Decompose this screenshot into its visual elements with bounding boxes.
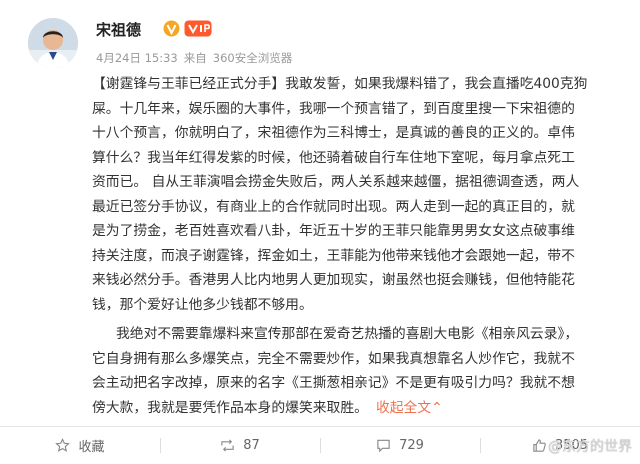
post-text-line: 是为了捞金，老百姓喜欢看八卦，年近五十岁的王菲只能靠男男女女这点破事维: [92, 223, 575, 239]
post-text-line: 持关注度，而浪子谢霆锋，挥金如土，王菲能为他带来钱他才会跟她一起，带不: [92, 247, 575, 264]
post-text-line: 屎。十几年来，娱乐圈的大事件，我哪一个预言错了，到百度里搜一下宋祖德的: [92, 100, 575, 117]
star-icon: [55, 438, 71, 452]
post-timestamp[interactable]: 4月24日 15:33: [96, 51, 178, 65]
post-text-line: 傍大款，我就是要凭作品本身的爆笑来取胜。: [92, 399, 368, 416]
favorite-button[interactable]: 收藏: [0, 427, 160, 464]
chevron-up-icon[interactable]: ⌃: [431, 400, 443, 416]
username[interactable]: 宋祖德: [96, 19, 141, 40]
repost-icon: [221, 439, 234, 452]
post-text-line: 最近已签分手协议，有商业上的合作就同时出现。两人走到一起的真正目的，就: [92, 198, 575, 215]
collapse-label[interactable]: 收起全文: [376, 400, 431, 416]
avatar[interactable]: [28, 18, 78, 68]
comment-icon: [377, 439, 390, 453]
thumbs-up-icon: [533, 439, 546, 452]
post-text-line: 钱，那个爱好让他多少钱都不够用。: [92, 296, 313, 313]
action-bar: 收藏 87 729 3505: [0, 427, 640, 464]
post-text-line: 它自身拥有那么多爆笑点，完全不需要炒作，如果我真想靠名人炒作它，我就不: [92, 350, 575, 367]
post-source-prefix: 来自: [183, 51, 207, 65]
comment-button[interactable]: 729: [320, 427, 480, 464]
post-text-line: 算什么？我当年红得发紫的时候，他还骑着破自行车住地下室呢，每月拿点死工: [92, 149, 575, 166]
collapse-text-link[interactable]: 收起全文⌃: [376, 400, 443, 416]
comment-count: 729: [399, 438, 424, 453]
avatar-image: [28, 18, 78, 68]
post-text-line: 我绝对不需要靠爆料来宣传那部在爱奇艺热播的喜剧大电影《相亲风云录》，: [116, 326, 579, 342]
post-text-line: 【谢霆锋与王菲已经正式分手】我敢发誓，如果我爆料错了，我会直播吃400克狗: [92, 76, 588, 92]
post-meta: 4月24日 15:33 来自 360安全浏览器: [96, 50, 298, 66]
repost-count: 87: [243, 438, 260, 453]
post-text-line: 会主动把名字改掉，原来的名字《王撕葱相亲记》不是更有吸引力吗？我就不想: [92, 375, 575, 391]
post-text-line: 资而已。 自从王菲演唱会捞金失败后，两人关系越来越僵，据祖德调查透，两人: [92, 174, 580, 190]
vip-member-icon[interactable]: [184, 20, 212, 37]
weibo-post: 宋祖德 4月24日 15:33 来自 360安全浏览器 【谢霆锋与王菲已经正式分手】…: [0, 0, 640, 464]
post-text-last-line: 傍大款，我就是要凭作品本身的爆笑来取胜。 收起全文⌃: [92, 396, 632, 421]
post-text-line: 十八个预言，你就明白了，宋祖德作为三科博士，是真诚的善良的正义的。卓伟: [92, 125, 575, 141]
post-content: 【谢霆锋与王菲已经正式分手】我敢发誓，如果我爆料错了，我会直播吃400克狗 屎。…: [92, 72, 632, 420]
watermark: @东方的世界: [548, 439, 632, 455]
post-text-line: 来钱必然分手。香港男人比内地男人更加现实，谢虽然也挺会赚钱，但他特能花: [92, 272, 575, 288]
user-badges: [163, 19, 212, 37]
verified-v-icon[interactable]: [163, 20, 180, 37]
post-source[interactable]: 360安全浏览器: [213, 51, 292, 65]
repost-button[interactable]: 87: [160, 427, 320, 464]
favorite-label: 收藏: [78, 440, 105, 455]
